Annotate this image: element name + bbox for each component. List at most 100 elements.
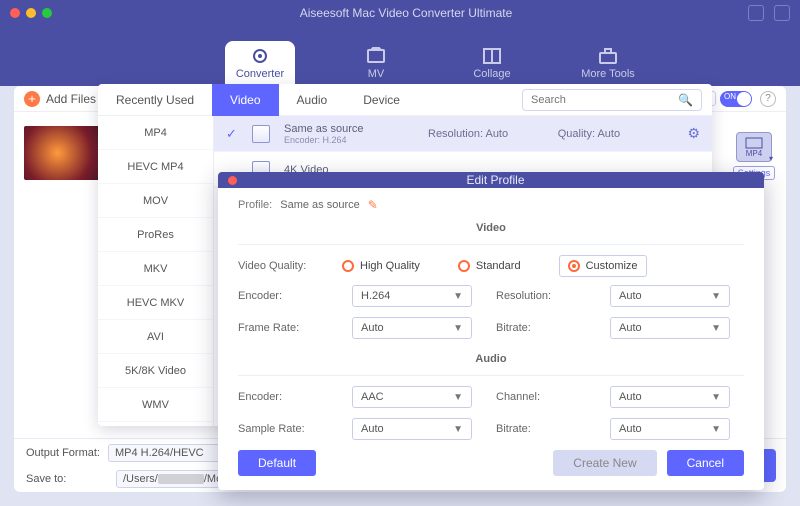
chevron-down-icon: ▾ [769, 154, 773, 163]
modal-titlebar: Edit Profile [218, 172, 764, 188]
search-icon: 🔍 [678, 93, 693, 107]
preset-subtitle: Encoder: H.264 [284, 135, 414, 145]
format-item[interactable]: MOV [98, 184, 213, 218]
radio-standard[interactable]: Standard [458, 255, 521, 277]
plus-icon: + [24, 91, 40, 107]
gear-icon[interactable]: ⚙ [687, 125, 700, 142]
sample-rate-select[interactable]: Auto▼ [352, 418, 472, 440]
picker-tabs: Recently Used Video Audio Device 🔍 [98, 84, 712, 116]
create-new-button[interactable]: Create New [553, 450, 656, 476]
cancel-button[interactable]: Cancel [667, 450, 744, 476]
preset-icon [252, 125, 270, 143]
chevron-down-icon: ▼ [711, 323, 721, 334]
profile-label: Profile: [238, 199, 272, 211]
encoder-label: Encoder: [238, 290, 328, 302]
radio-customize[interactable]: Customize [559, 255, 647, 277]
converter-icon [249, 47, 271, 65]
add-files-button[interactable]: + Add Files ▾ [24, 91, 108, 107]
check-icon: ✓ [226, 126, 238, 142]
save-to-label: Save to: [26, 473, 108, 485]
radio-icon [342, 260, 354, 272]
nav-label: More Tools [581, 68, 635, 80]
nav-converter[interactable]: Converter [225, 41, 295, 86]
tab-device[interactable]: Device [345, 84, 418, 116]
audio-bitrate-select[interactable]: Auto▼ [610, 418, 730, 440]
key-icon[interactable] [748, 5, 764, 21]
help-icon[interactable]: ? [760, 91, 776, 107]
preset-row[interactable]: ✓ Same as source Encoder: H.264 Resoluti… [214, 116, 712, 152]
format-item[interactable]: 5K/8K Video [98, 354, 213, 388]
collage-icon [481, 47, 503, 65]
radio-icon [568, 260, 580, 272]
frame-rate-label: Frame Rate: [238, 322, 328, 334]
video-thumbnail[interactable] [24, 126, 108, 180]
video-bitrate-select[interactable]: Auto▼ [610, 317, 730, 339]
edit-profile-modal: Edit Profile Profile: Same as source ✎ V… [218, 172, 764, 490]
bitrate-label: Bitrate: [496, 322, 586, 334]
radio-high-quality[interactable]: High Quality [342, 255, 420, 277]
close-window-icon[interactable] [10, 8, 20, 18]
preset-title: Same as source [284, 123, 414, 135]
merge-toggle[interactable]: ON [720, 91, 752, 107]
minimize-window-icon[interactable] [26, 8, 36, 18]
channel-select[interactable]: Auto▼ [610, 386, 730, 408]
titlebar: Aiseesoft Mac Video Converter Ultimate [0, 0, 800, 26]
tab-video[interactable]: Video [212, 84, 278, 116]
output-format-label: Output Format: [26, 447, 100, 459]
channel-label: Channel: [496, 391, 586, 403]
audio-encoder-label: Encoder: [238, 391, 328, 403]
divider [238, 244, 744, 245]
modal-title: Edit Profile [237, 173, 754, 187]
chevron-down-icon: ▼ [453, 323, 463, 334]
main-nav: Converter MV Collage More Tools [0, 26, 800, 86]
format-item[interactable]: ProRes [98, 218, 213, 252]
nav-label: Converter [236, 68, 284, 80]
feedback-icon[interactable] [774, 5, 790, 21]
audio-encoder-select[interactable]: AAC▼ [352, 386, 472, 408]
toolbox-icon [597, 47, 619, 65]
chevron-down-icon: ▼ [453, 424, 463, 435]
close-icon[interactable] [228, 176, 237, 185]
format-item[interactable]: AVI [98, 320, 213, 354]
modal-footer: Default Create New Cancel [218, 450, 764, 490]
audio-bitrate-label: Bitrate: [496, 423, 586, 435]
tab-audio[interactable]: Audio [279, 84, 346, 116]
video-encoder-select[interactable]: H.264▼ [352, 285, 472, 307]
default-button[interactable]: Default [238, 450, 316, 476]
format-item[interactable]: HEVC MKV [98, 286, 213, 320]
chevron-down-icon: ▼ [453, 291, 463, 302]
add-files-label: Add Files [46, 92, 96, 106]
profile-value: Same as source [280, 199, 359, 211]
profile-row: Profile: Same as source ✎ [238, 198, 744, 212]
edit-icon[interactable]: ✎ [368, 198, 378, 212]
video-quality-radios: High Quality Standard Customize [342, 255, 744, 277]
tab-recently-used[interactable]: Recently Used [98, 84, 212, 116]
output-format-badge[interactable]: MP4 ▾ [736, 132, 772, 162]
format-item[interactable]: WMV [98, 388, 213, 422]
format-item[interactable]: MKV [98, 252, 213, 286]
chevron-down-icon: ▼ [711, 392, 721, 403]
preset-resolution: Resolution: Auto [428, 128, 544, 140]
nav-mv[interactable]: MV [341, 41, 411, 86]
app-title: Aiseesoft Mac Video Converter Ultimate [64, 6, 748, 20]
video-quality-label: Video Quality: [238, 260, 328, 272]
search-input[interactable] [531, 94, 678, 106]
chevron-down-icon: ▼ [711, 424, 721, 435]
radio-icon [458, 260, 470, 272]
format-sidebar: MP4 HEVC MP4 MOV ProRes MKV HEVC MKV AVI… [98, 116, 214, 426]
divider [238, 375, 744, 376]
nav-label: Collage [473, 68, 510, 80]
section-video-title: Video [238, 222, 744, 234]
nav-more-tools[interactable]: More Tools [573, 41, 643, 86]
search-box[interactable]: 🔍 [522, 89, 702, 111]
nav-collage[interactable]: Collage [457, 41, 527, 86]
chevron-down-icon: ▼ [711, 291, 721, 302]
format-code: MP4 [746, 149, 762, 158]
format-item[interactable]: MP4 [98, 116, 213, 150]
sample-rate-label: Sample Rate: [238, 423, 328, 435]
frame-rate-select[interactable]: Auto▼ [352, 317, 472, 339]
mv-icon [365, 47, 387, 65]
resolution-select[interactable]: Auto▼ [610, 285, 730, 307]
format-item[interactable]: HEVC MP4 [98, 150, 213, 184]
zoom-window-icon[interactable] [42, 8, 52, 18]
